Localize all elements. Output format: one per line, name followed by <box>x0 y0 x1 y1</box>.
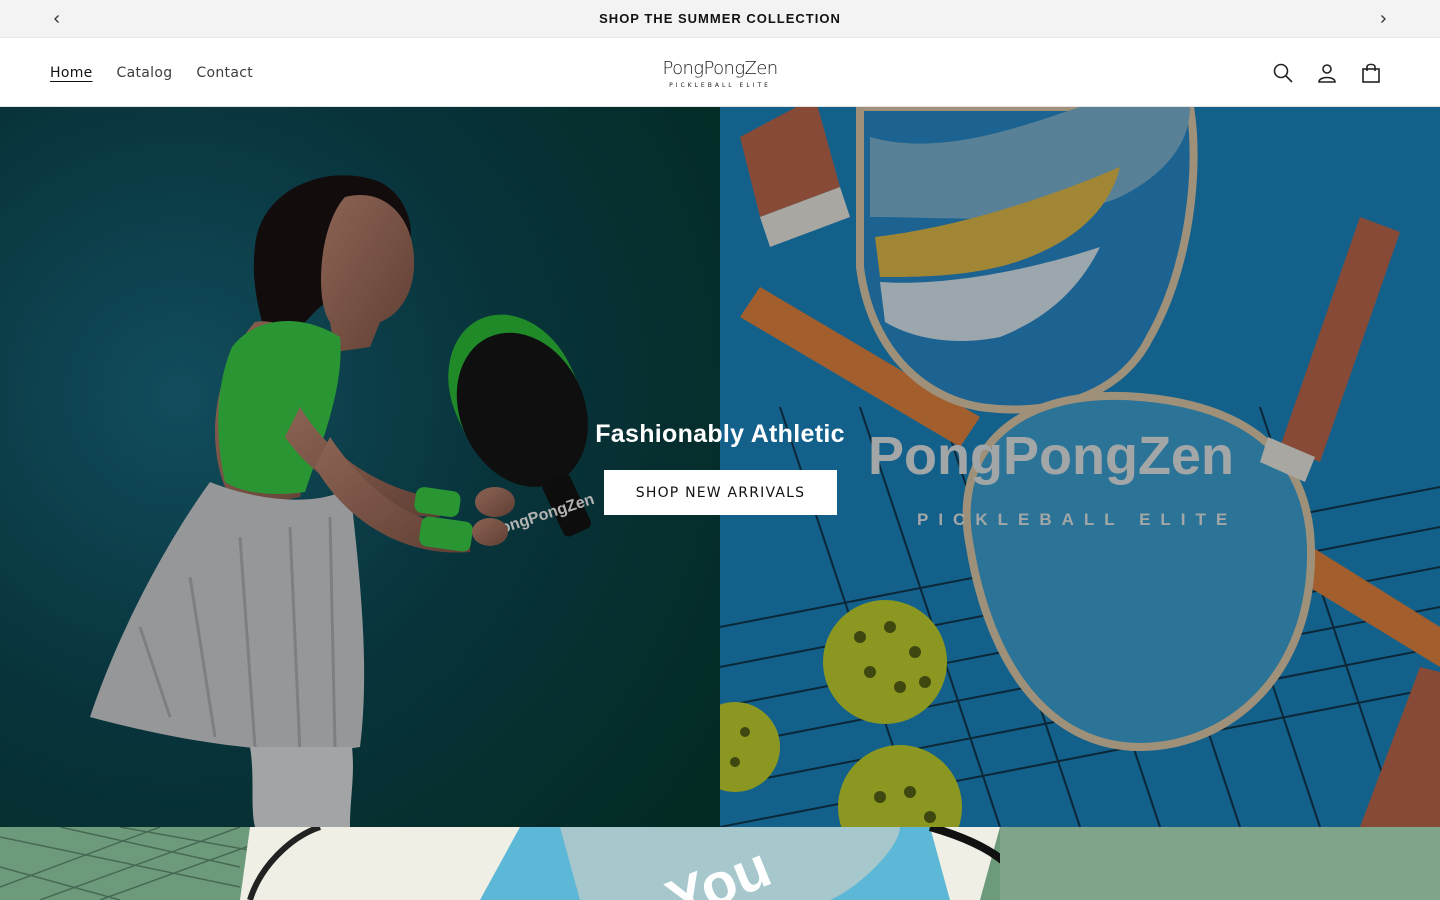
hero-image-paddles: PongPongZen PICKLEBALL ELITE <box>720 107 1440 827</box>
announcement-bar: SHOP THE SUMMER COLLECTION <box>0 0 1440 38</box>
cart-button[interactable] <box>1358 60 1384 86</box>
hero-image-athlete: PongPongZen <box>0 107 720 827</box>
search-icon <box>1273 63 1293 83</box>
cart-icon <box>1362 63 1380 83</box>
nav-link-contact[interactable]: Contact <box>196 65 253 81</box>
next-section-image: You <box>0 827 1440 900</box>
main-nav: Home Catalog Contact <box>50 38 253 107</box>
hero-right-overlay <box>720 107 1440 827</box>
announcement-next-button[interactable] <box>1372 8 1394 30</box>
hero-heading: Fashionably Athletic <box>595 420 845 448</box>
header-actions <box>1270 60 1384 86</box>
search-button[interactable] <box>1270 60 1296 86</box>
chevron-left-icon <box>54 15 59 23</box>
shop-new-arrivals-button[interactable]: SHOP NEW ARRIVALS <box>604 470 837 515</box>
hero-content: Fashionably Athletic SHOP NEW ARRIVALS <box>0 418 1440 515</box>
logo-tagline: PICKLEBALL ELITE <box>669 82 771 89</box>
site-logo[interactable]: PongPongZen PICKLEBALL ELITE <box>660 58 780 96</box>
hero-banner: PongPongZen PongPongZen PICKLEBALL ELITE… <box>0 107 1440 827</box>
hero-left-overlay <box>0 107 720 827</box>
logo-name: PongPongZen <box>662 58 778 79</box>
site-header: Home Catalog Contact PongPongZen PICKLEB… <box>0 38 1440 107</box>
nav-link-home[interactable]: Home <box>50 65 93 81</box>
next-section-banner: You <box>0 827 1440 900</box>
announcement-prev-button[interactable] <box>46 8 68 30</box>
announcement-text[interactable]: SHOP THE SUMMER COLLECTION <box>599 11 841 26</box>
chevron-right-icon <box>1381 15 1386 23</box>
account-button[interactable] <box>1314 60 1340 86</box>
nav-link-catalog[interactable]: Catalog <box>117 65 173 81</box>
account-icon <box>1318 64 1336 83</box>
